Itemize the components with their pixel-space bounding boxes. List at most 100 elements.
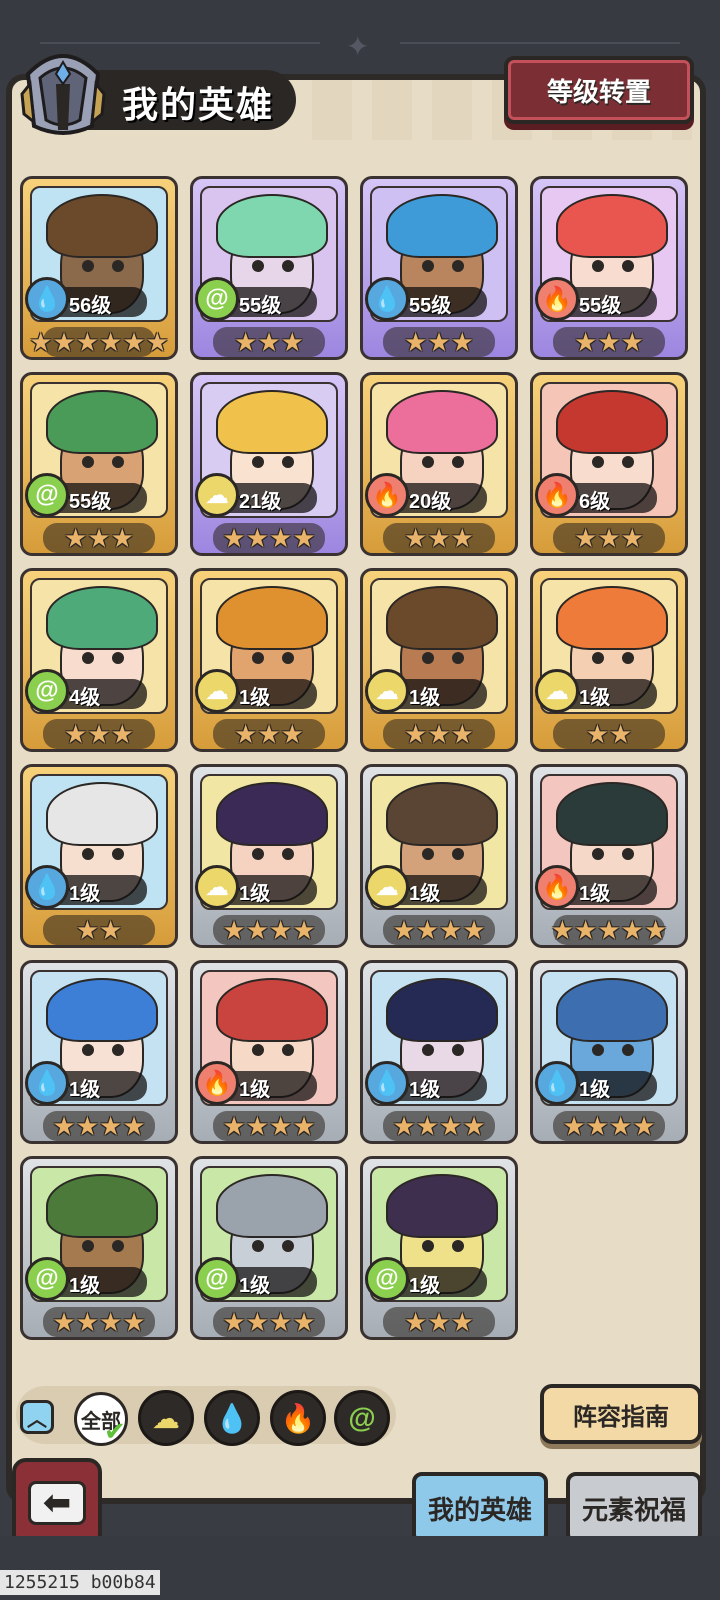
hero-hair <box>46 586 158 650</box>
star-icon: ★ <box>87 719 111 749</box>
star-icon: ★ <box>450 327 474 357</box>
earth-element-icon: ☁ <box>195 473 239 517</box>
hero-card[interactable]: @55级 ★ ★ ★ <box>20 372 178 556</box>
star-icon: ★ <box>75 1111 99 1141</box>
hero-stars: ★ ★ ★ <box>363 719 515 749</box>
back-button[interactable]: ⬅ <box>12 1458 102 1548</box>
star-icon: ★ <box>620 327 644 357</box>
hero-card[interactable]: ☁ 1级 ★ ★ ★ <box>190 568 348 752</box>
hero-level: 55级 <box>239 295 282 317</box>
hero-eye <box>452 1240 464 1252</box>
hero-card[interactable]: 💧 56级 ★ ★ ★ ★ ★ ★ <box>20 176 178 360</box>
hero-eye <box>82 652 94 664</box>
filter-earth-button[interactable]: ☁ <box>138 1390 194 1446</box>
filter-wind-button[interactable]: @ <box>334 1390 390 1446</box>
star-icon: ★ <box>52 327 76 357</box>
star-icon: ★ <box>562 1111 586 1141</box>
hero-card[interactable]: 💧 1级 ★ ★ ★ ★ <box>530 960 688 1144</box>
hero-hair <box>556 782 668 846</box>
star-icon: ★ <box>122 327 146 357</box>
hero-card[interactable]: @1级 ★ ★ ★ ★ <box>190 1156 348 1340</box>
check-icon: ✔ <box>104 1416 126 1446</box>
star-icon: ★ <box>222 915 246 945</box>
hero-card[interactable]: ☁ 1级 ★ ★ ★ <box>360 568 518 752</box>
star-icon: ★ <box>392 915 416 945</box>
hero-eye <box>252 652 264 664</box>
hero-level: 1级 <box>579 883 611 905</box>
star-icon: ★ <box>257 719 281 749</box>
hero-stars: ★ ★ ★ ★ <box>533 1111 685 1141</box>
hero-eye <box>422 848 434 860</box>
star-icon: ★ <box>292 915 316 945</box>
hero-stars: ★ ★ ★ ★ <box>363 1111 515 1141</box>
hero-card[interactable]: 🔥 20级 ★ ★ ★ <box>360 372 518 556</box>
hero-stars: ★ ★ ★ ★ <box>193 1111 345 1141</box>
hero-hair <box>46 782 158 846</box>
hero-stars: ★ ★ ★ ★ <box>193 1307 345 1337</box>
star-icon: ★ <box>427 719 451 749</box>
page-title: 我的英雄 <box>122 84 275 125</box>
hero-card[interactable]: ☁ 1级 ★ ★ <box>530 568 688 752</box>
star-icon: ★ <box>122 1307 146 1337</box>
tab-my-heroes[interactable]: 我的英雄 <box>412 1472 548 1544</box>
hero-stars: ★ ★ ★ ★ ★ ★ <box>23 327 175 357</box>
hero-card[interactable]: 🔥 55级 ★ ★ ★ <box>530 176 688 360</box>
hero-eye <box>622 456 634 468</box>
star-icon: ★ <box>574 915 598 945</box>
hero-card[interactable]: 💧 1级 ★ ★ ★ ★ <box>360 960 518 1144</box>
hero-card[interactable]: ☁ 21级 ★ ★ ★ ★ <box>190 372 348 556</box>
star-icon: ★ <box>64 523 88 553</box>
star-icon: ★ <box>427 327 451 357</box>
filter-water-button[interactable]: 💧 <box>204 1390 260 1446</box>
hero-level: 1级 <box>69 883 101 905</box>
water-element-icon: 💧 <box>25 865 69 909</box>
hero-hair <box>216 1174 328 1238</box>
hero-stars: ★ ★ ★ <box>23 719 175 749</box>
hero-card[interactable]: 🔥 6级 ★ ★ ★ <box>530 372 688 556</box>
hero-stars: ★ ★ ★ <box>193 719 345 749</box>
fire-element-icon: 🔥 <box>535 865 579 909</box>
hero-hair <box>556 194 668 258</box>
water-element-icon: 💧 <box>535 1061 579 1105</box>
hero-card[interactable]: @1级 ★ ★ ★ <box>360 1156 518 1340</box>
hero-eye <box>112 260 124 272</box>
hero-eye <box>282 652 294 664</box>
hero-hair <box>556 978 668 1042</box>
level-transfer-button[interactable]: 等级转置 <box>504 56 694 124</box>
hero-level: 20级 <box>409 491 452 513</box>
hero-level: 1级 <box>409 1079 441 1101</box>
star-icon: ★ <box>427 1307 451 1337</box>
hero-card[interactable]: 💧 1级 ★ ★ ★ ★ <box>20 960 178 1144</box>
collapse-toggle[interactable]: ︿ <box>20 1400 54 1434</box>
hero-card[interactable]: 🔥 1级 ★ ★ ★ ★ <box>190 960 348 1144</box>
hero-hair <box>216 978 328 1042</box>
star-icon: ★ <box>643 915 668 945</box>
hero-hair <box>386 390 498 454</box>
earth-element-icon: ☁ <box>535 669 579 713</box>
star-icon: ★ <box>450 1307 474 1337</box>
hero-hair <box>46 390 158 454</box>
filter-fire-button[interactable]: 🔥 <box>270 1390 326 1446</box>
hero-card[interactable]: 💧 1级 ★ ★ <box>20 764 178 948</box>
hero-level: 1级 <box>579 1079 611 1101</box>
lineup-guide-button[interactable]: 阵容指南 <box>540 1384 702 1444</box>
hero-card[interactable]: ☁ 1级 ★ ★ ★ ★ <box>190 764 348 948</box>
hero-card[interactable]: ☁ 1级 ★ ★ ★ ★ <box>360 764 518 948</box>
water-element-icon: 💧 <box>214 1402 250 1434</box>
hero-card[interactable]: 💧 55级 ★ ★ ★ <box>360 176 518 360</box>
hero-level: 1级 <box>409 1275 441 1297</box>
wind-element-icon: @ <box>195 277 239 321</box>
hero-hair <box>216 586 328 650</box>
hero-card[interactable]: @1级 ★ ★ ★ ★ <box>20 1156 178 1340</box>
hero-card[interactable]: @4级 ★ ★ ★ <box>20 568 178 752</box>
hero-eye <box>282 848 294 860</box>
star-icon: ★ <box>75 327 99 357</box>
hero-eye <box>622 1044 634 1056</box>
hero-level: 1级 <box>409 883 441 905</box>
tab-element-blessing[interactable]: 元素祝福 <box>566 1472 702 1544</box>
star-icon: ★ <box>99 1307 123 1337</box>
hero-card[interactable]: 🔥 1级 ★ ★ ★ ★ ★ <box>530 764 688 948</box>
hero-card[interactable]: @55级 ★ ★ ★ <box>190 176 348 360</box>
star-icon: ★ <box>585 719 609 749</box>
hero-eye <box>82 1240 94 1252</box>
